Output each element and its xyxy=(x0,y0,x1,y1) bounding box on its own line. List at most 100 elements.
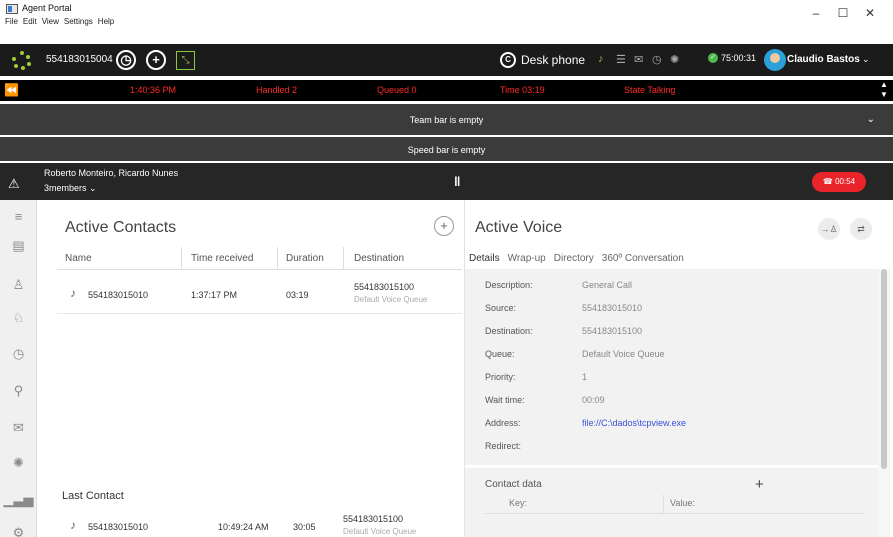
social-channel-icon[interactable]: ✺ xyxy=(670,53,679,66)
contact-data-key-label: Key: xyxy=(509,498,528,508)
col-name[interactable]: Name xyxy=(65,253,92,264)
maximize-button[interactable]: ☐ xyxy=(833,6,853,20)
transfer-user-icon: →♙ xyxy=(820,224,838,234)
last-contact-duration: 30:05 xyxy=(293,522,316,532)
close-button[interactable]: ✕ xyxy=(860,6,880,20)
details-scrollbar[interactable] xyxy=(878,269,890,537)
clock-icon: ◷ xyxy=(120,52,132,67)
contact-name: 554183015010 xyxy=(88,290,149,300)
last-contact-time: 10:49:24 AM xyxy=(218,522,269,532)
minimize-button[interactable]: – xyxy=(806,6,826,20)
pause-button[interactable]: ‖ xyxy=(454,174,460,189)
clock-channel-icon[interactable]: ◷ xyxy=(652,53,662,66)
last-contact-queue: Default Voice Queue xyxy=(343,527,417,536)
chat-channel-icon[interactable]: ☰ xyxy=(616,53,626,66)
notes-icon[interactable]: ▤ xyxy=(0,229,37,263)
strip-scroll-icon[interactable]: ▲ ▼ xyxy=(878,80,890,101)
agent-state: State Talking xyxy=(624,85,676,95)
avatar[interactable] xyxy=(764,49,786,71)
chevron-down-icon[interactable]: ⌄ xyxy=(867,114,875,125)
phone-icon: ♪ xyxy=(70,518,76,532)
contact-destination: 554183015100 xyxy=(354,282,415,292)
tab-wrap-up[interactable]: Wrap-up xyxy=(508,253,546,264)
conference-bar: ⚠ Roberto Monteiro, Ricardo Nunes 3membe… xyxy=(0,163,893,200)
contact-queue: Default Voice Queue xyxy=(354,295,428,304)
conference-icon: ⚠ xyxy=(8,176,20,191)
rewind-icon[interactable]: ⏪ xyxy=(4,83,19,97)
desk-phone-label: Desk phone xyxy=(521,53,586,67)
detail-value: 00:09 xyxy=(582,395,605,405)
detail-label: Queue: xyxy=(485,349,515,359)
handled-count: Handled 2 xyxy=(256,85,298,95)
members-dropdown[interactable]: 3members ⌄ xyxy=(44,183,97,194)
column-divider xyxy=(181,247,182,269)
menu-file[interactable]: File xyxy=(5,17,18,26)
title-bar: Agent Portal File Edit View Settings Hel… xyxy=(0,0,893,30)
user-menu-chevron-icon[interactable]: ⌄ xyxy=(862,54,870,65)
window-title: Agent Portal xyxy=(22,3,72,13)
add-contact-button[interactable]: + xyxy=(434,216,454,236)
col-duration[interactable]: Duration xyxy=(286,253,324,264)
group-icon[interactable]: ♘ xyxy=(0,301,37,335)
swap-button[interactable]: ⇄ xyxy=(850,218,872,240)
transfer-button[interactable]: →♙ xyxy=(818,218,840,240)
social-icon[interactable]: ✺ xyxy=(0,446,37,480)
tab-details[interactable]: Details xyxy=(469,253,500,264)
contact-data-value-label: Value: xyxy=(670,498,695,508)
menu-settings[interactable]: Settings xyxy=(64,17,93,26)
active-contacts-panel: Active Contacts + Name Time received Dur… xyxy=(37,200,464,537)
hangup-time: 00:54 xyxy=(835,177,856,186)
tab-360-conversation[interactable]: 360º Conversation xyxy=(602,253,684,264)
tab-directory[interactable]: Directory xyxy=(554,253,594,264)
email-channel-icon[interactable]: ✉ xyxy=(634,53,643,66)
agent-portal-window: Agent Portal File Edit View Settings Hel… xyxy=(0,0,893,537)
voice-tabs: Details Wrap-up Directory 360º Conversat… xyxy=(469,253,684,264)
detail-value: 554183015100 xyxy=(582,326,643,336)
team-bar: Team bar is empty ⌄ xyxy=(0,104,893,135)
menu-help[interactable]: Help xyxy=(98,17,114,26)
add-contact-data-button[interactable]: + xyxy=(755,476,764,493)
column-divider xyxy=(343,247,344,269)
active-voice-title: Active Voice xyxy=(475,219,563,236)
stats-icon[interactable]: ▁▃▅ xyxy=(0,483,37,517)
search-icon[interactable]: ⚲ xyxy=(0,374,37,408)
agent-toolbar: 554183015004 ◷ + ⤡ C Desk phone ♪ ☰ ✉ ◷ … xyxy=(0,44,893,76)
col-time-received[interactable]: Time received xyxy=(191,253,253,264)
address-link[interactable]: file://C:\dados\tcpview.exe xyxy=(582,418,686,428)
menu-view[interactable]: View xyxy=(42,17,59,26)
last-contact-destination: 554183015100 xyxy=(343,514,404,524)
detail-label: Destination: xyxy=(485,326,533,336)
menu-edit[interactable]: Edit xyxy=(23,17,37,26)
scrollbar-thumb[interactable] xyxy=(881,269,887,469)
row-divider xyxy=(57,313,462,314)
active-contacts-title: Active Contacts xyxy=(65,219,177,236)
user-name[interactable]: Claudio Bastos xyxy=(787,54,860,65)
settings-icon[interactable]: ⚙ xyxy=(0,516,37,537)
agent-status[interactable]: ✓ 75:00:31 xyxy=(708,53,756,63)
extension-number: 554183015004 xyxy=(46,54,113,65)
clock-button[interactable]: ◷ xyxy=(116,50,136,70)
active-voice-panel: Active Voice →♙ ⇄ Details Wrap-up Direct… xyxy=(464,200,893,537)
app-icon xyxy=(6,4,18,14)
detail-label: Redirect: xyxy=(485,441,522,451)
collapse-arrows-icon: ⤡ xyxy=(181,55,190,66)
detail-label: Source: xyxy=(485,303,517,313)
collapse-button[interactable]: ⤡ xyxy=(176,51,195,70)
speed-bar-label: Speed bar is empty xyxy=(407,145,486,155)
mail-icon[interactable]: ✉ xyxy=(0,411,37,445)
speed-bar: Speed bar is empty xyxy=(0,137,893,161)
history-icon[interactable]: ◷ xyxy=(0,337,37,371)
contact-time: 1:37:17 PM xyxy=(191,290,238,300)
last-contact-title: Last Contact xyxy=(62,490,124,502)
last-contact-name: 554183015010 xyxy=(88,522,149,532)
new-call-button[interactable]: + xyxy=(146,50,166,70)
plus-icon: + xyxy=(152,52,160,67)
contact-icon[interactable]: ♙ xyxy=(0,268,37,302)
voice-channel-icon[interactable]: ♪ xyxy=(598,53,604,65)
hangup-button[interactable]: ☎ 00:54 xyxy=(812,172,866,192)
contact-duration: 03:19 xyxy=(286,290,309,300)
desk-phone-selector[interactable]: C Desk phone xyxy=(500,52,585,68)
col-destination[interactable]: Destination xyxy=(354,253,404,264)
detail-label: Address: xyxy=(485,418,521,428)
contact-data-divider xyxy=(485,513,865,514)
